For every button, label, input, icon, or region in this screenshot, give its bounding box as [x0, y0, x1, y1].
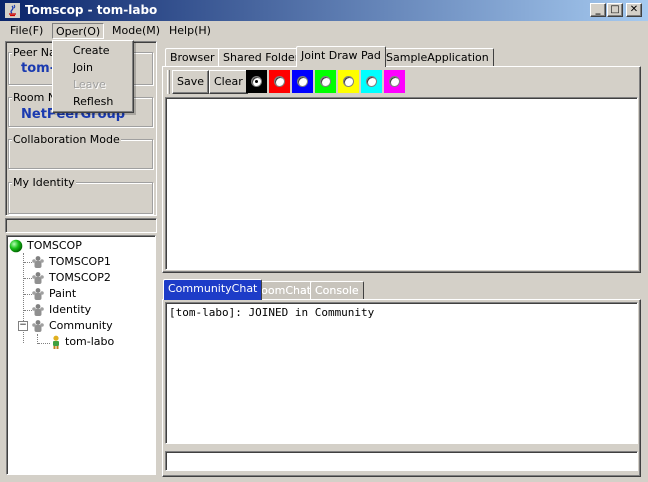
- group-people-icon: [32, 256, 44, 268]
- chat-input[interactable]: [165, 451, 638, 471]
- color-swatch-blue[interactable]: [292, 70, 313, 93]
- clear-button[interactable]: Clear: [209, 70, 248, 94]
- chat-log[interactable]: [tom-labo]: JOINED in Community: [165, 302, 638, 444]
- group-people-icon: [32, 288, 44, 300]
- group-people-icon: [32, 304, 44, 316]
- tree-node-label: TOMSCOP1: [49, 255, 111, 268]
- tab-community-chat[interactable]: CommunityChat: [163, 279, 263, 300]
- menu-item-reflesh[interactable]: Reflesh: [73, 93, 113, 110]
- menu-item-join[interactable]: Join: [73, 59, 93, 76]
- tree-node-label: TOMSCOP: [27, 239, 82, 252]
- color-swatch-magenta[interactable]: [384, 70, 405, 93]
- minimize-icon: _: [595, 4, 601, 15]
- tab-console[interactable]: Console: [310, 281, 364, 300]
- menu-item-create[interactable]: Create: [73, 42, 110, 59]
- color-swatch-black[interactable]: [246, 70, 267, 93]
- menu-bar: File(F) Oper(O) Mode(M) Help(H): [0, 21, 648, 41]
- radio-icon: [297, 76, 308, 87]
- radio-icon: [320, 76, 331, 87]
- color-swatch-green[interactable]: [315, 70, 336, 93]
- collapse-toggle[interactable]: −: [18, 321, 28, 331]
- my-identity-label: My Identity: [12, 176, 76, 189]
- java-app-icon: [5, 3, 20, 18]
- drawing-canvas[interactable]: [165, 97, 638, 270]
- radio-icon: [251, 76, 262, 87]
- collaboration-mode-label: Collaboration Mode: [12, 133, 121, 146]
- tree-node-label: tom-labo: [65, 335, 115, 348]
- color-swatch-cyan[interactable]: [361, 70, 382, 93]
- chat-line: [tom-labo]: JOINED in Community: [169, 306, 375, 319]
- toolbar-grip[interactable]: [167, 70, 170, 94]
- collaboration-mode-group: Collaboration Mode: [8, 133, 153, 169]
- peer-name-label: Peer Na: [12, 46, 57, 59]
- menu-item-leave: Leave: [73, 78, 106, 91]
- group-tree[interactable]: TOMSCOP TOMSCOP1 TOMSCOP2 Paint Identity…: [6, 235, 156, 475]
- group-people-icon: [32, 320, 44, 332]
- color-swatch-red[interactable]: [269, 70, 290, 93]
- green-globe-icon: [9, 239, 23, 253]
- peer-name-value: tom-: [21, 61, 56, 76]
- radio-icon: [389, 76, 400, 87]
- window-title: Tomscop - tom-labo: [25, 3, 158, 17]
- menu-mode[interactable]: Mode(M): [109, 23, 163, 39]
- person-icon: [53, 335, 59, 349]
- save-button[interactable]: Save: [172, 70, 210, 94]
- minimize-button[interactable]: _: [590, 3, 606, 17]
- minus-icon: −: [19, 320, 27, 330]
- menu-file[interactable]: File(F): [7, 23, 46, 39]
- tab-shared-folder[interactable]: Shared Folder: [218, 48, 305, 67]
- room-name-label: Room N: [12, 91, 58, 104]
- radio-icon: [274, 76, 285, 87]
- maximize-icon: □: [610, 4, 620, 15]
- tab-browser[interactable]: Browser: [165, 48, 220, 67]
- tree-node-label: Identity: [49, 303, 92, 316]
- tree-node-label: Paint: [49, 287, 77, 300]
- group-people-icon: [32, 272, 44, 284]
- title-bar[interactable]: Tomscop - tom-labo _ □ ✕: [0, 0, 648, 21]
- tab-joint-draw-pad[interactable]: Joint Draw Pad: [296, 46, 386, 67]
- radio-icon: [366, 76, 377, 87]
- close-icon: ✕: [629, 4, 639, 15]
- tree-node-label: Community: [49, 319, 113, 332]
- color-swatch-yellow[interactable]: [338, 70, 359, 93]
- close-button[interactable]: ✕: [626, 3, 642, 17]
- tree-node-label: TOMSCOP2: [49, 271, 111, 284]
- oper-dropdown-menu: Create Join Leave Reflesh: [52, 40, 134, 113]
- my-identity-group: My Identity: [8, 176, 153, 214]
- maximize-button[interactable]: □: [607, 3, 623, 17]
- tab-sample-application[interactable]: SampleApplication: [381, 48, 494, 67]
- menu-help[interactable]: Help(H): [166, 23, 214, 39]
- menu-oper[interactable]: Oper(O): [52, 23, 105, 39]
- radio-icon: [343, 76, 354, 87]
- left-splitter[interactable]: [5, 218, 157, 233]
